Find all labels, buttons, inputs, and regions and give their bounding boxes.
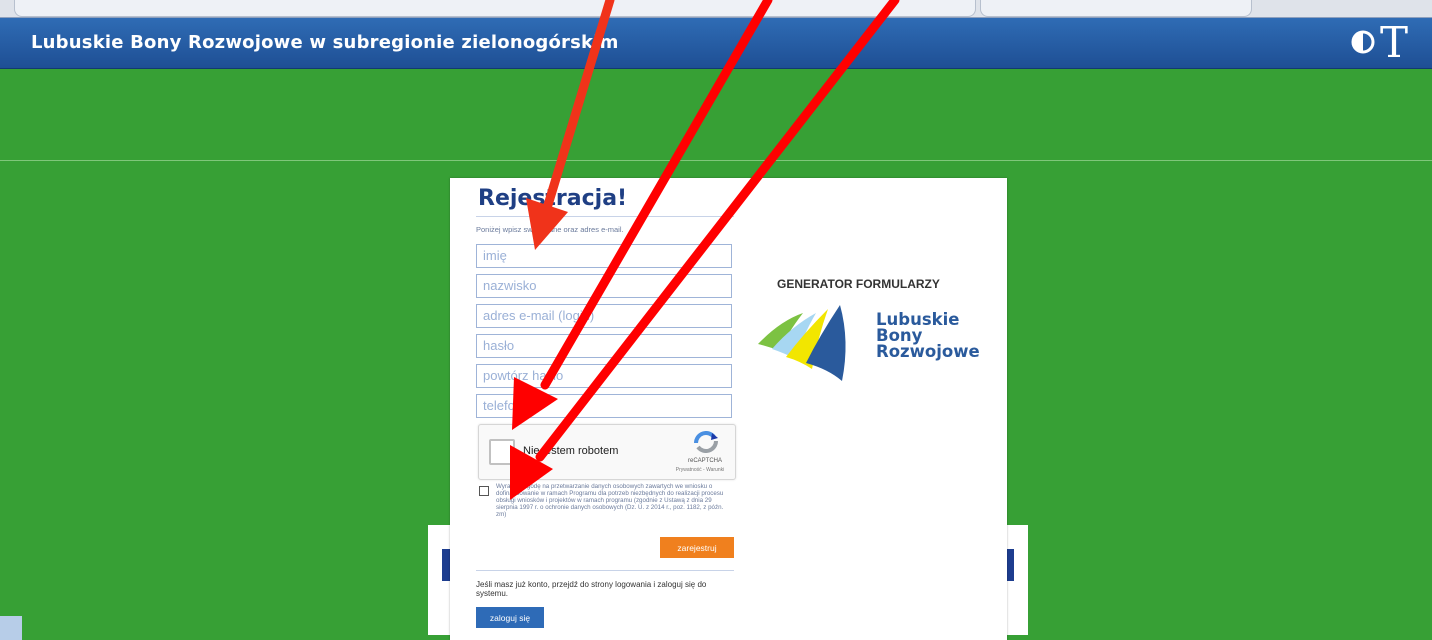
consent-text: Wyrażam zgodę na przetwarzanie danych os…: [496, 483, 724, 518]
password-input[interactable]: hasło: [476, 334, 732, 358]
text-size-icon[interactable]: T: [1380, 20, 1408, 66]
form-intro: Poniżej wpisz swoje dane oraz adres e-ma…: [476, 225, 624, 234]
site-header: Lubuskie Bony Rozwojowe w subregionie zi…: [0, 18, 1432, 69]
lubuskie-logo-icon: [758, 305, 846, 381]
site-title: Lubuskie Bony Rozwojowe w subregionie zi…: [31, 32, 619, 53]
generator-title: GENERATOR FORMULARZY: [777, 277, 940, 291]
form-heading: Rejestracja!: [478, 186, 628, 211]
repeat-password-input[interactable]: powtórz hasło: [476, 364, 732, 388]
phone-input[interactable]: telefon: [476, 394, 732, 418]
recaptcha-brand: reCAPTCHA: [687, 458, 722, 464]
register-button[interactable]: zarejestruj: [660, 537, 734, 558]
contrast-icon[interactable]: [1350, 29, 1376, 55]
first-name-input[interactable]: imię: [476, 244, 732, 268]
last-name-input[interactable]: nazwisko: [476, 274, 732, 298]
recaptcha-icon: [694, 431, 718, 453]
section-rule: [476, 570, 734, 571]
browser-tab[interactable]: [980, 0, 1252, 17]
recaptcha-terms-link[interactable]: Prywatność - Warunki: [665, 467, 735, 473]
consent-checkbox[interactable]: [479, 486, 489, 496]
recaptcha-checkbox[interactable]: [489, 439, 515, 465]
browser-tab[interactable]: [14, 0, 976, 17]
header-divider: [0, 160, 1432, 161]
brand-name: Lubuskie Bony Rozwojowe: [876, 310, 980, 361]
recaptcha-widget: Nie jestem robotem reCAPTCHA Prywatność …: [478, 424, 736, 480]
browser-tab-strip: [0, 0, 1432, 18]
heading-rule: [476, 216, 734, 217]
scroll-corner: [0, 616, 22, 640]
registration-card: Rejestracja! Poniżej wpisz swoje dane or…: [450, 178, 1007, 640]
recaptcha-label: Nie jestem robotem: [523, 445, 619, 457]
login-button[interactable]: zaloguj się: [476, 607, 544, 628]
existing-account-text: Jeśli masz już konto, przejdź do strony …: [476, 580, 707, 598]
email-input[interactable]: adres e-mail (login): [476, 304, 732, 328]
